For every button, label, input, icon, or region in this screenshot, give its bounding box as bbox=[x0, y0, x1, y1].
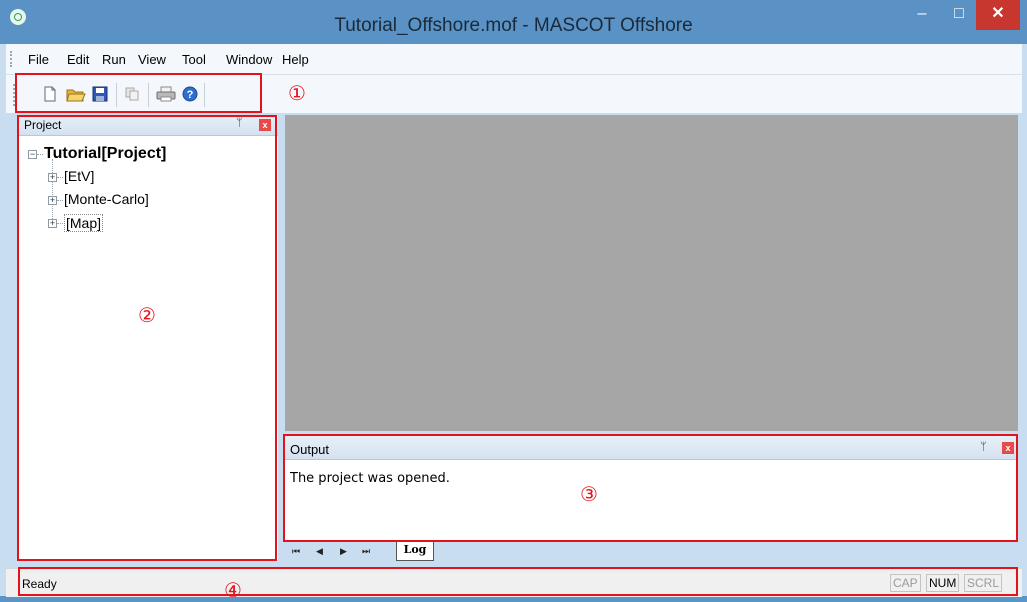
annotation-box-status bbox=[18, 567, 1018, 596]
annotation-label-4: ④ bbox=[224, 578, 242, 602]
close-button[interactable]: ✕ bbox=[976, 0, 1020, 30]
annotation-label-2: ② bbox=[138, 303, 156, 327]
tab-log[interactable]: Log bbox=[396, 542, 434, 561]
menu-tool[interactable]: Tool bbox=[182, 52, 206, 67]
app-window: Tutorial_Offshore.mof - MASCOT Offshore … bbox=[0, 0, 1027, 600]
window-title: Tutorial_Offshore.mof - MASCOT Offshore bbox=[334, 15, 693, 36]
annotation-label-3: ③ bbox=[580, 482, 598, 506]
menu-edit[interactable]: Edit bbox=[67, 52, 89, 67]
minimize-button[interactable]: – bbox=[902, 0, 942, 30]
output-tab-bar: ⏮ ◀ ▶ ⏭ Log bbox=[284, 541, 1018, 565]
previous-tab-button[interactable]: ◀ bbox=[316, 546, 323, 557]
menu-bar: File Edit Run View Tool Window Help bbox=[6, 44, 1022, 75]
next-tab-button[interactable]: ▶ bbox=[340, 546, 347, 557]
menu-view[interactable]: View bbox=[138, 52, 166, 67]
annotation-box-output bbox=[283, 434, 1018, 542]
annotation-box-project bbox=[17, 115, 277, 561]
document-area[interactable] bbox=[285, 115, 1018, 431]
maximize-button[interactable]: □ bbox=[942, 0, 976, 30]
annotation-box-toolbar bbox=[15, 73, 262, 113]
last-tab-button[interactable]: ⏭ bbox=[362, 546, 370, 557]
menu-grip[interactable] bbox=[10, 51, 14, 67]
menu-help[interactable]: Help bbox=[282, 52, 309, 67]
title-bar[interactable]: Tutorial_Offshore.mof - MASCOT Offshore … bbox=[0, 0, 1027, 44]
first-tab-button[interactable]: ⏮ bbox=[292, 546, 300, 557]
menu-file[interactable]: File bbox=[28, 52, 49, 67]
menu-run[interactable]: Run bbox=[102, 52, 126, 67]
annotation-label-1: ① bbox=[288, 81, 306, 105]
menu-window[interactable]: Window bbox=[226, 52, 272, 67]
